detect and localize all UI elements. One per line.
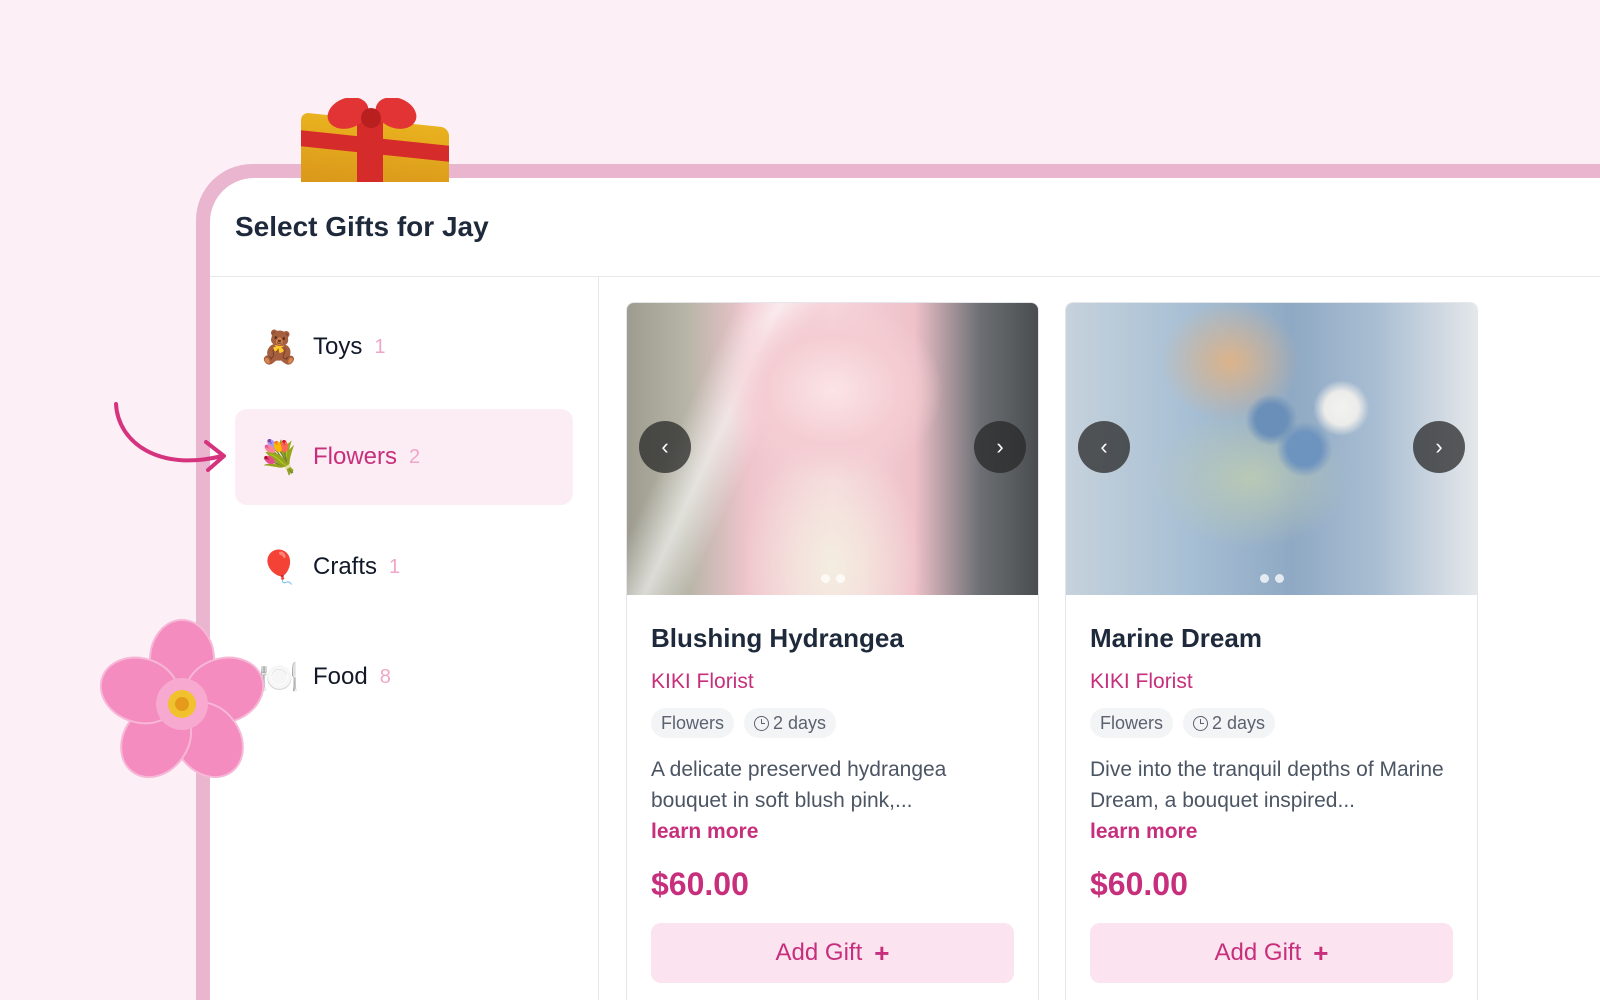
product-grid: ‹ › Blushing Hydrangea KIKI Florist Flow… [626,302,1478,1000]
product-image-carousel[interactable]: ‹ › [1066,303,1477,595]
carousel-dots [820,574,845,583]
product-vendor: KIKI Florist [1090,670,1193,693]
category-count: 8 [379,665,391,688]
carousel-dot[interactable] [1274,574,1284,583]
product-name: Marine Dream [1090,623,1262,653]
header: Select Gifts for Jay [210,178,1600,277]
category-label: Crafts [313,553,378,580]
category-label: Toys [313,333,363,360]
add-gift-label: Add Gift [775,939,863,966]
product-price: $60.00 [1090,866,1188,902]
category-label: Flowers [313,443,398,470]
learn-more-link[interactable]: learn more [651,820,758,844]
chevron-left-icon: ‹ [661,434,669,459]
product-card: ‹ › Blushing Hydrangea KIKI Florist Flow… [626,302,1039,1000]
plus-icon: + [1313,937,1329,968]
category-count: 1 [389,555,401,578]
carousel-dot[interactable] [1259,574,1269,583]
category-label: Food [313,663,368,690]
page-title: Select Gifts for Jay [235,211,489,242]
carousel-dots [1259,574,1284,583]
category-item-flowers[interactable]: 💐 Flowers 2 [235,409,573,505]
category-count: 2 [409,445,421,468]
delivery-time: 2 days [1212,712,1266,733]
bouquet-icon: 💐 [259,439,299,475]
chevron-left-icon: ‹ [1100,434,1108,459]
chevron-right-icon: › [996,434,1004,459]
category-item-crafts[interactable]: 🎈 Crafts 1 [235,519,573,615]
category-item-food[interactable]: 🍽️ Food 8 [235,629,573,725]
add-gift-label: Add Gift [1214,939,1302,966]
teddy-bear-icon: 🧸 [259,329,299,365]
product-vendor: KIKI Florist [651,670,754,693]
app-window: Select Gifts for Jay 🧸 Toys 1 💐 Flowers … [210,178,1600,1000]
delivery-tag: 2 days [1183,708,1276,738]
carousel-dot[interactable] [820,574,830,583]
product-tags: Flowers 2 days [1090,708,1453,738]
carousel-dot[interactable] [835,574,845,583]
plus-icon: + [874,937,890,968]
category-tag: Flowers [651,708,735,738]
product-card: ‹ › Marine Dream KIKI Florist Flowers 2 … [1065,302,1478,1000]
category-tag: Flowers [1090,708,1174,738]
delivery-tag: 2 days [744,708,837,738]
clock-icon [754,715,770,731]
carousel-prev-button[interactable]: ‹ [1078,421,1130,473]
category-tag-label: Flowers [1100,712,1164,733]
product-name: Blushing Hydrangea [651,623,904,653]
curved-arrow-icon [114,402,226,472]
product-description: A delicate preserved hydrangea bouquet i… [651,758,947,812]
add-gift-button[interactable]: Add Gift + [1090,923,1453,983]
product-price: $60.00 [651,866,749,902]
product-tags: Flowers 2 days [651,708,1014,738]
carousel-prev-button[interactable]: ‹ [639,421,691,473]
add-gift-button[interactable]: Add Gift + [651,923,1014,983]
gift-box-icon [297,98,453,182]
chevron-right-icon: › [1435,434,1443,459]
delivery-time: 2 days [773,712,827,733]
category-item-toys[interactable]: 🧸 Toys 1 [235,299,573,395]
learn-more-link[interactable]: learn more [1090,820,1197,844]
balloon-icon: 🎈 [259,549,299,585]
product-image-carousel[interactable]: ‹ › [627,303,1038,595]
category-count: 1 [374,335,386,358]
product-description: Dive into the tranquil depths of Marine … [1090,758,1444,812]
cherry-blossom-icon [100,619,265,779]
carousel-next-button[interactable]: › [1413,421,1465,473]
category-tag-label: Flowers [661,712,725,733]
carousel-next-button[interactable]: › [974,421,1026,473]
clock-icon [1193,715,1209,731]
